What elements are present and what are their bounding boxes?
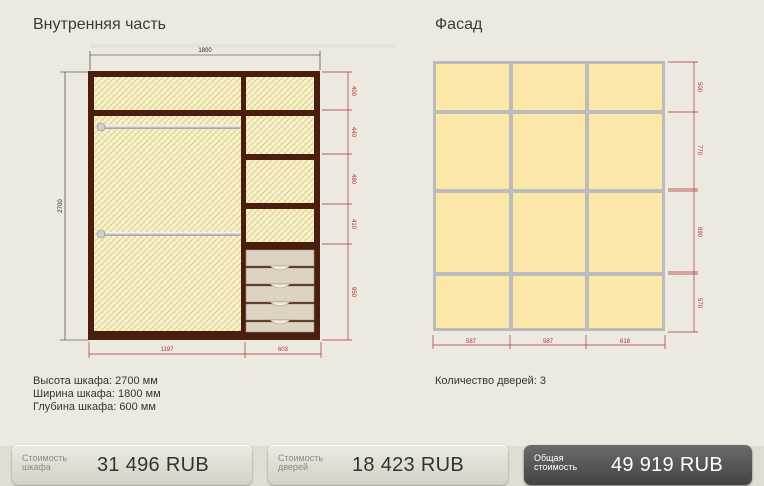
right-dim-label-2: 440 [350, 127, 356, 138]
hanging-rod-bottom [98, 232, 241, 236]
right-shelf-4 [246, 209, 314, 242]
rod-top-end [96, 122, 106, 132]
facade-right-label-3: 890 [696, 227, 702, 238]
left-top-shelf-space [94, 77, 241, 110]
doors-cost-label-line2: дверей [278, 462, 308, 472]
right-dim-lines [322, 71, 352, 341]
facade-drawing [433, 61, 665, 331]
doors-cost-value: 18 423 RUB [352, 454, 464, 476]
hanging-rod-top [98, 125, 241, 129]
top-dim-bar [90, 44, 395, 48]
dim-width-label: 1800 [198, 48, 212, 54]
doors-cost-panel: Стоимость дверей 18 423 RUB [268, 445, 508, 485]
dim-height-label: 2700 [58, 199, 64, 213]
cabinet-specs: Высота шкафа: 2700 мм Ширина шкафа: 1800… [33, 375, 161, 414]
drawers [245, 249, 315, 333]
rod-bottom-end [96, 229, 106, 239]
right-dim-label-5: 950 [350, 287, 356, 298]
spec-height: Высота шкафа: 2700 мм [33, 375, 158, 387]
facade-right-label-4: 570 [696, 298, 702, 309]
bottom-dim-label-left: 1197 [161, 347, 175, 353]
facade-bottom-label-2: 587 [543, 339, 554, 345]
right-shelf-2 [246, 116, 314, 154]
facade-bottom-label-1: 587 [466, 339, 477, 345]
spec-width: Ширина шкафа: 1800 мм [33, 388, 161, 400]
total-cost-panel: Общая стоимость 49 919 RUB [524, 445, 752, 485]
facade-right-label-1: 500 [696, 82, 702, 93]
cabinet-cost-label-line2: шкафа [22, 462, 51, 472]
cabinet-cost-value: 31 496 RUB [97, 454, 209, 476]
facade-right-label-2: 770 [696, 145, 702, 156]
bottom-dim-label-right: 603 [278, 347, 289, 353]
cabinet-cost-panel: Стоимость шкафа 31 496 RUB [12, 445, 252, 485]
right-dim-label-1: 400 [350, 86, 356, 97]
right-shelf-3 [246, 160, 314, 203]
left-hanging-space [94, 116, 241, 331]
doors-cost-label: Стоимость дверей [278, 454, 323, 472]
total-cost-label-line2: стоимость [534, 462, 578, 472]
right-dim-label-4: 410 [350, 219, 356, 230]
right-dim-label-3: 480 [350, 174, 356, 185]
spec-depth: Глубина шкафа: 600 мм [33, 401, 156, 413]
total-cost-value: 49 919 RUB [611, 454, 723, 476]
facade-bottom-label-3: 618 [620, 339, 631, 345]
facade-right-dim-lines [668, 61, 698, 333]
total-cost-label: Общая стоимость [534, 454, 577, 472]
doors-count: Количество дверей: 3 [435, 375, 546, 387]
right-shelf-1 [246, 77, 314, 110]
cabinet-cost-label: Стоимость шкафа [22, 454, 67, 472]
